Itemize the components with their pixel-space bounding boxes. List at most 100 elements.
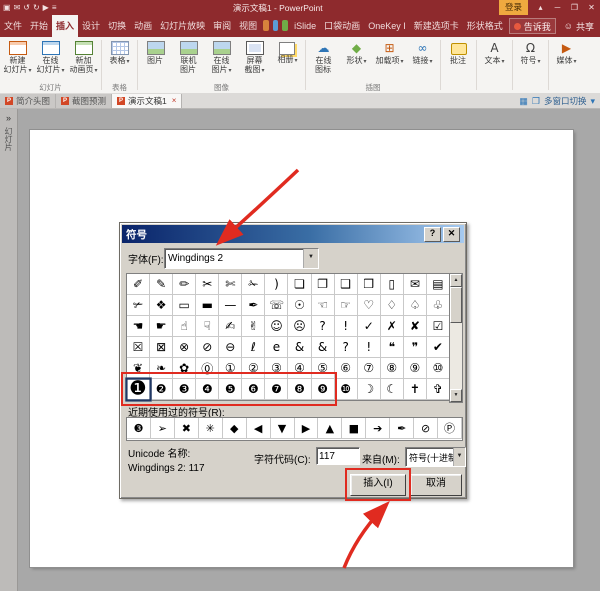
symbol-cell[interactable]: ✞ [426,379,450,400]
symbol-cell[interactable]: ⑧ [380,358,404,379]
symbol-cell[interactable]: ✂ [196,274,220,295]
tab-animations[interactable]: 动画 [130,15,156,37]
document-tab-active[interactable]: P 演示文稿1 × [112,94,183,108]
symbol-cell[interactable]: ⑦ [357,358,381,379]
tab-view[interactable]: 视图 [235,15,261,37]
window-switch-icon[interactable]: ❐ [532,94,540,108]
symbol-cell[interactable]: ✎ [150,274,174,295]
scroll-down-icon[interactable]: ▼ [450,389,462,402]
media-button[interactable]: ▶ 媒体▾ [550,38,583,93]
tab-new-custom[interactable]: 新建选项卡 [410,15,463,37]
grid-view-icon[interactable]: ▦ [519,94,528,108]
tab-islide[interactable]: iSlide [290,15,320,37]
web-picture-button[interactable]: 在线 图片▾ [205,38,238,82]
document-tab-1[interactable]: P 简介头图 [0,94,57,108]
symbol-cell[interactable]: ❑ [334,274,358,295]
symbol-cell[interactable]: ❦ [127,358,151,379]
symbol-cell[interactable]: ❼ [265,379,289,400]
symbol-cell[interactable]: ⊠ [150,337,174,358]
symbol-cell[interactable]: ① [219,358,243,379]
collapsed-thumbnails-panel[interactable]: » 幻灯片 [0,108,18,591]
symbol-cell[interactable]: ❐ [311,274,335,295]
recent-symbol-cell[interactable]: ❸ [127,418,151,439]
recent-symbol-cell[interactable]: ▶ [294,418,319,439]
symbol-cell[interactable]: ③ [265,358,289,379]
tab-pocket-animation[interactable]: 口袋动画 [320,15,364,37]
chevron-down-icon[interactable]: ▼ [453,448,465,466]
text-button[interactable]: A 文本▾ [478,38,511,93]
symbol-cell[interactable]: ! [334,316,358,337]
symbol-cell[interactable]: ☒ [127,337,151,358]
dialog-title-bar[interactable]: 符号 ? ✕ [122,225,464,243]
symbol-cell[interactable]: ❶ [125,377,152,402]
symbol-cell[interactable]: ❻ [242,379,266,400]
symbol-cell[interactable]: ▬ [196,295,220,316]
symbol-cell[interactable]: & [311,337,335,358]
symbol-cell[interactable]: ❺ [219,379,243,400]
share-button[interactable]: ☺ 共享 [558,15,600,37]
plugin-tab-icon-3[interactable] [282,20,289,31]
symbol-cell[interactable]: ☾ [380,379,404,400]
mail-icon[interactable]: ✉ [14,0,21,15]
picture-button[interactable]: 图片 [139,38,172,82]
symbol-cell[interactable]: ℓ [242,337,266,358]
symbol-cell[interactable]: ② [242,358,266,379]
font-select[interactable]: Wingdings 2 ▼ [164,248,319,269]
symbol-cell[interactable]: ▭ [173,295,197,316]
undo-icon[interactable]: ↺ [23,0,30,15]
symbol-button[interactable]: Ω 符号▾ [514,38,547,93]
addins-button[interactable]: ⊞ 加载项▾ [373,38,406,82]
close-icon[interactable]: ✕ [583,0,600,15]
expand-panel-icon[interactable]: » [0,111,17,125]
symbol-cell[interactable]: ❏ [288,274,312,295]
symbol-cell[interactable]: ✝ [403,379,427,400]
symbol-cell[interactable]: ☽ [357,379,381,400]
album-button[interactable]: 相册▾ [271,38,304,82]
symbol-cell[interactable]: ❒ [357,274,381,295]
recent-symbol-cell[interactable]: ➔ [366,418,391,439]
symbol-cell[interactable]: ❖ [150,295,174,316]
symbol-cell[interactable]: ⊖ [219,337,243,358]
symbol-cell[interactable]: ✉ [403,274,427,295]
chevron-down-icon[interactable]: ▼ [303,249,318,268]
symbol-cell[interactable]: ☑ [426,316,450,337]
symbol-cell[interactable]: ❧ [150,358,174,379]
tab-insert[interactable]: 插入 [52,15,79,37]
symbol-cell[interactable]: ✓ [357,316,381,337]
multi-window-label[interactable]: 多窗口切换 [544,95,587,107]
symbol-cell[interactable]: ✒ [242,295,266,316]
symbol-cell[interactable]: ? [311,316,335,337]
tab-review[interactable]: 审阅 [209,15,235,37]
online-icons-button[interactable]: ☁ 在线 图标 [307,38,340,82]
symbol-cell[interactable]: ✍ [219,316,243,337]
tab-shape-format[interactable]: 形状格式 [463,15,507,37]
recent-symbol-cell[interactable]: ✖ [174,418,199,439]
shapes-button[interactable]: ◆ 形状▾ [340,38,373,82]
screenshot-button[interactable]: 屏幕 截图▾ [238,38,271,82]
comment-button[interactable]: 批注 [442,38,475,93]
recent-symbol-cell[interactable]: ▲ [318,418,343,439]
recent-symbol-cell[interactable]: ⊘ [414,418,439,439]
symbol-cell[interactable]: ☉ [288,295,312,316]
tab-home[interactable]: 开始 [26,15,52,37]
symbol-cell[interactable]: ❸ [173,379,197,400]
save-icon[interactable]: ▣ [3,0,11,15]
recent-symbol-cell[interactable]: ▼ [270,418,295,439]
minimize-icon[interactable]: ─ [549,0,566,15]
symbol-cell[interactable]: ♡ [357,295,381,316]
symbol-cell[interactable]: ❞ [403,337,427,358]
symbol-cell[interactable]: ✁ [242,274,266,295]
symbol-cell[interactable]: ☟ [196,316,220,337]
symbol-grid-scrollbar[interactable]: ▲ ▼ [449,273,463,403]
link-button[interactable]: ∞ 链接▾ [406,38,439,82]
symbol-cell[interactable]: ❿ [334,379,358,400]
symbol-cell[interactable]: ▤ [426,274,450,295]
symbol-cell[interactable]: ✄ [219,274,243,295]
tell-me-box[interactable]: 告诉我 [508,18,556,34]
symbol-cell[interactable]: ✃ [127,295,151,316]
new-animation-page-button[interactable]: 新加 动画页▾ [67,38,100,82]
insert-button[interactable]: 插入(I) [350,474,406,496]
symbol-cell[interactable]: ⑨ [403,358,427,379]
recent-symbol-cell[interactable]: Ⓟ [438,418,462,439]
scrollbar-thumb[interactable] [450,287,462,323]
